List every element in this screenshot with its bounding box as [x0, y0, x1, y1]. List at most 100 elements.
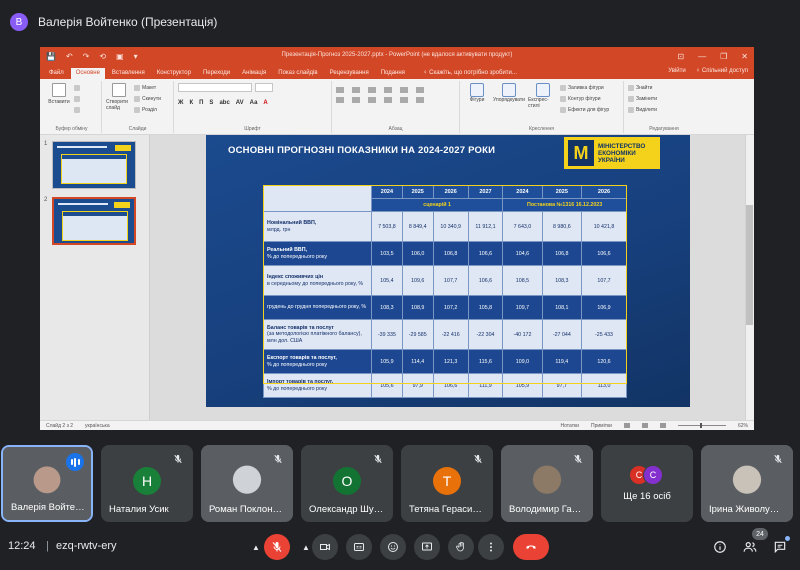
participant-tile[interactable]: Н Наталия Усик	[101, 445, 193, 522]
people-button[interactable]	[741, 538, 759, 556]
arrange-button[interactable]: Упорядкувати	[492, 83, 526, 115]
font-name-box[interactable]	[178, 83, 252, 92]
reading-view-icon[interactable]	[659, 423, 666, 428]
redo-icon[interactable]: ↷	[83, 52, 90, 61]
paste-button[interactable]: Вставити	[46, 83, 72, 115]
status-language[interactable]: українська	[85, 423, 110, 429]
hangup-button[interactable]	[513, 534, 549, 560]
restore-icon[interactable]: ❐	[720, 52, 727, 61]
smartart-icon[interactable]	[416, 97, 424, 103]
participant-tile[interactable]: Роман Поклон…	[201, 445, 293, 522]
present-button[interactable]	[414, 534, 440, 560]
comments-button[interactable]: Примітки	[591, 423, 612, 429]
more-options-button[interactable]	[478, 534, 504, 560]
row-label-rest: % до попереднього року	[267, 361, 327, 368]
normal-view-icon[interactable]	[623, 423, 630, 428]
tab-insert[interactable]: Вставлення	[107, 68, 150, 79]
participant-tile[interactable]: Ірина Живолу…	[701, 445, 793, 522]
sign-in-link[interactable]: Увійти	[668, 68, 685, 74]
align-left-icon[interactable]	[336, 97, 344, 103]
thumb-row-2[interactable]: 2	[44, 197, 149, 245]
section-button[interactable]: Розділ	[134, 105, 161, 114]
participant-tile[interactable]: Валерія Войте…	[1, 445, 93, 522]
shape-outline-button[interactable]: Контур фігури	[560, 94, 609, 103]
undo-icon[interactable]: ↶	[66, 52, 73, 61]
year-header: 2026	[432, 185, 469, 199]
vertical-scrollbar[interactable]	[745, 135, 754, 420]
scrollbar-thumb[interactable]	[746, 205, 753, 325]
shapes-button[interactable]: Фігури	[464, 83, 490, 115]
bold-button[interactable]: Ж	[178, 100, 183, 106]
slideshow-icon[interactable]: ▣	[116, 52, 124, 61]
select-icon	[628, 106, 634, 113]
bullets-icon[interactable]	[336, 87, 344, 93]
share-button[interactable]: ♀ Спільний доступ	[696, 68, 748, 74]
zoom-level[interactable]: 62%	[738, 423, 748, 429]
participant-tile[interactable]: C C Ще 16 осіб	[601, 445, 693, 522]
tab-slideshow[interactable]: Показ слайдів	[273, 68, 322, 79]
tab-transitions[interactable]: Переходи	[198, 68, 235, 79]
format-painter-button[interactable]	[74, 105, 80, 114]
zoom-slider[interactable]	[677, 423, 726, 428]
shape-effects-button[interactable]: Ефекти для фігур	[560, 105, 609, 114]
find-button[interactable]: Знайти	[628, 83, 657, 92]
slide-thumbnail[interactable]	[52, 141, 136, 189]
participant-tile[interactable]: Володимир Га…	[501, 445, 593, 522]
align-center-icon[interactable]	[352, 97, 360, 103]
italic-button[interactable]: К	[189, 100, 193, 106]
ribbon-display-icon[interactable]: ⊡	[677, 52, 684, 61]
select-button[interactable]: Виділити	[628, 105, 657, 114]
participant-tile[interactable]: Т Тетяна Гераси…	[401, 445, 493, 522]
justify-icon[interactable]	[384, 97, 392, 103]
text-direction-icon[interactable]	[416, 87, 424, 93]
align-right-icon[interactable]	[368, 97, 376, 103]
numbering-icon[interactable]	[352, 87, 360, 93]
tab-file[interactable]: Файл	[44, 68, 69, 79]
shape-fill-button[interactable]: Заливка фігури	[560, 83, 609, 92]
layout-button[interactable]: Макет	[134, 83, 161, 92]
meeting-info-button[interactable]	[711, 538, 729, 556]
tab-view[interactable]: Подання	[376, 68, 410, 79]
indent-more-icon[interactable]	[384, 87, 392, 93]
captions-button[interactable]	[346, 534, 372, 560]
reset-button[interactable]: Скинути	[134, 94, 161, 103]
value-cell: -22 416	[432, 319, 469, 350]
tab-review[interactable]: Рецензування	[325, 68, 374, 79]
slide-thumbnail-selected[interactable]	[52, 197, 136, 245]
notes-button[interactable]: Нотатки	[561, 423, 579, 429]
font-size-box[interactable]	[255, 83, 273, 92]
replace-button[interactable]: Замінити	[628, 94, 657, 103]
mic-options-caret[interactable]: ▲	[246, 534, 266, 560]
line-spacing-icon[interactable]	[400, 87, 408, 93]
tell-me-search[interactable]: ♀ Скажіть, що потрібно зробити...	[418, 68, 522, 79]
thumb-row-1[interactable]: 1	[44, 141, 149, 189]
repeat-icon[interactable]: ⟲	[99, 52, 106, 61]
tab-design[interactable]: Конструктор	[152, 68, 196, 79]
shadow-button[interactable]: S	[209, 100, 213, 106]
quick-styles-button[interactable]: Експрес-стилі	[528, 83, 558, 115]
tab-animations[interactable]: Анімація	[237, 68, 271, 79]
sorter-view-icon[interactable]	[641, 423, 648, 428]
spacing-button[interactable]: AV	[236, 100, 244, 106]
raise-hand-button[interactable]	[448, 534, 474, 560]
strikethrough-button[interactable]: abc	[219, 100, 229, 106]
columns-icon[interactable]	[400, 97, 408, 103]
emoji-button[interactable]	[380, 534, 406, 560]
participant-tile[interactable]: О Олександр Шу…	[301, 445, 393, 522]
indent-less-icon[interactable]	[368, 87, 376, 93]
font-color-button[interactable]: A	[263, 100, 267, 106]
copy-button[interactable]	[74, 94, 80, 103]
camera-toggle-button[interactable]	[312, 534, 338, 560]
tab-home[interactable]: Основне	[70, 68, 105, 79]
save-icon[interactable]: 💾	[46, 52, 56, 61]
new-slide-button[interactable]: Створити слайд	[106, 83, 132, 115]
minimize-icon[interactable]: —	[698, 52, 706, 61]
underline-button[interactable]: П	[199, 100, 203, 106]
mic-toggle-button[interactable]	[264, 534, 290, 560]
slide-main[interactable]: ОСНОВНІ ПРОГНОЗНІ ПОКАЗНИКИ НА 2024-2027…	[206, 135, 690, 407]
customize-qat-icon[interactable]: ▾	[134, 52, 138, 61]
change-case-button[interactable]: Аа	[250, 100, 258, 106]
cut-button[interactable]	[74, 83, 80, 92]
close-icon[interactable]: ✕	[741, 52, 748, 61]
row-label: Експорт товарів та послуг,% до попереднь…	[263, 349, 372, 374]
